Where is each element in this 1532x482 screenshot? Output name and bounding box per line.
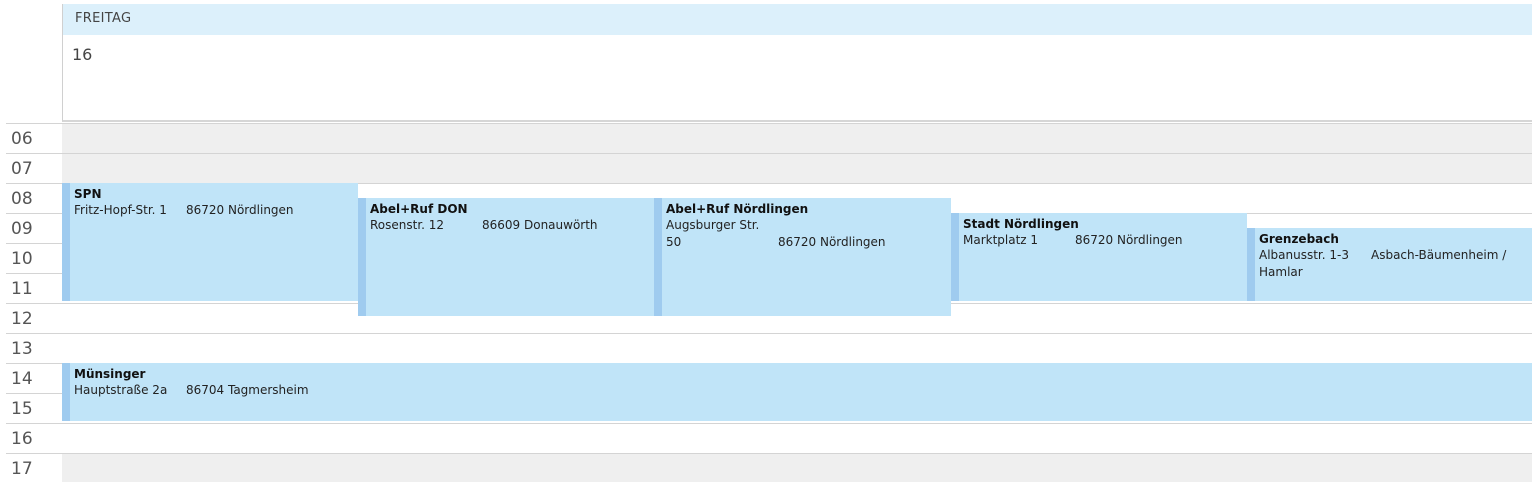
time-slot-07[interactable] xyxy=(62,153,1532,183)
event-address: Albanusstr. 1-3 Asbach-Bäumenheim / Hamla… xyxy=(1259,247,1532,281)
event-city: 86704 Tagmersheim xyxy=(186,383,309,397)
hour-label-10: 10 xyxy=(11,249,33,269)
event-title: Abel+Ruf Nördlingen xyxy=(666,202,809,216)
event-title: Stadt Nördlingen xyxy=(963,217,1079,231)
event-title: Abel+Ruf DON xyxy=(370,202,468,216)
time-slot-16[interactable] xyxy=(62,423,1532,453)
event-street: Rosenstr. 12 xyxy=(370,218,445,232)
hour-label-16: 16 xyxy=(11,429,33,449)
event-city: 86720 Nördlingen xyxy=(1075,233,1183,247)
event-title: Grenzebach xyxy=(1259,232,1339,246)
hour-label-08: 08 xyxy=(11,189,33,209)
event-address: Fritz-Hopf-Str. 1 86720 Nördlingen xyxy=(74,202,358,219)
event-muensinger[interactable]: Münsinger Hauptstraße 2a 86704 Tagmershei… xyxy=(62,363,1532,421)
hour-label-11: 11 xyxy=(11,279,33,299)
event-city: 86609 Donauwörth xyxy=(482,218,598,232)
hour-label-06: 06 xyxy=(11,129,33,149)
event-street: Augsburger Str. 50 xyxy=(666,218,760,249)
day-name: FREITAG xyxy=(75,11,132,26)
time-slot-13[interactable] xyxy=(62,333,1532,363)
event-street: Marktplatz 1 xyxy=(963,233,1039,247)
event-title: Münsinger xyxy=(74,367,146,381)
event-stadt-noerdlingen[interactable]: Stadt Nördlingen Marktplatz 1 86720 Nördl… xyxy=(951,213,1247,301)
event-street: Albanusstr. 1-3 xyxy=(1259,248,1349,262)
hour-label-15: 15 xyxy=(11,399,33,419)
event-address: Marktplatz 1 86720 Nördlingen xyxy=(963,232,1247,249)
hour-label-14: 14 xyxy=(11,369,33,389)
hour-label-07: 07 xyxy=(11,159,33,179)
all-day-area[interactable]: 16 xyxy=(62,35,1532,122)
event-spn[interactable]: SPN Fritz-Hopf-Str. 1 86720 Nördlingen xyxy=(62,183,358,301)
event-abel-ruf-don[interactable]: Abel+Ruf DON Rosenstr. 12 86609 Donauwört… xyxy=(358,198,654,316)
event-address: Augsburger Str. 50 86720 Nördlingen xyxy=(666,217,951,251)
event-city: 86720 Nördlingen xyxy=(778,235,886,249)
day-header[interactable]: FREITAG xyxy=(62,4,1532,35)
event-street: Fritz-Hopf-Str. 1 xyxy=(74,203,167,217)
event-grenzebach[interactable]: Grenzebach Albanusstr. 1-3 Asbach-Bäumenh… xyxy=(1247,228,1532,301)
event-address: Hauptstraße 2a 86704 Tagmersheim xyxy=(74,382,1532,399)
time-column: 06 07 08 09 10 11 12 13 14 15 16 17 xyxy=(0,123,62,482)
event-abel-ruf-noerdlingen[interactable]: Abel+Ruf Nördlingen Augsburger Str. 50 86… xyxy=(654,198,951,316)
date-number: 16 xyxy=(72,45,93,64)
time-slot-06[interactable] xyxy=(62,123,1532,153)
time-slot-17[interactable] xyxy=(62,453,1532,482)
event-street: Hauptstraße 2a xyxy=(74,383,168,397)
hour-label-12: 12 xyxy=(11,309,33,329)
day-grid: SPN Fritz-Hopf-Str. 1 86720 Nördlingen Ab… xyxy=(62,123,1532,482)
hour-label-17: 17 xyxy=(11,459,33,479)
hour-label-13: 13 xyxy=(11,339,33,359)
hour-label-09: 09 xyxy=(11,219,33,239)
event-city: 86720 Nördlingen xyxy=(186,203,294,217)
event-title: SPN xyxy=(74,187,102,201)
event-address: Rosenstr. 12 86609 Donauwörth xyxy=(370,217,654,234)
